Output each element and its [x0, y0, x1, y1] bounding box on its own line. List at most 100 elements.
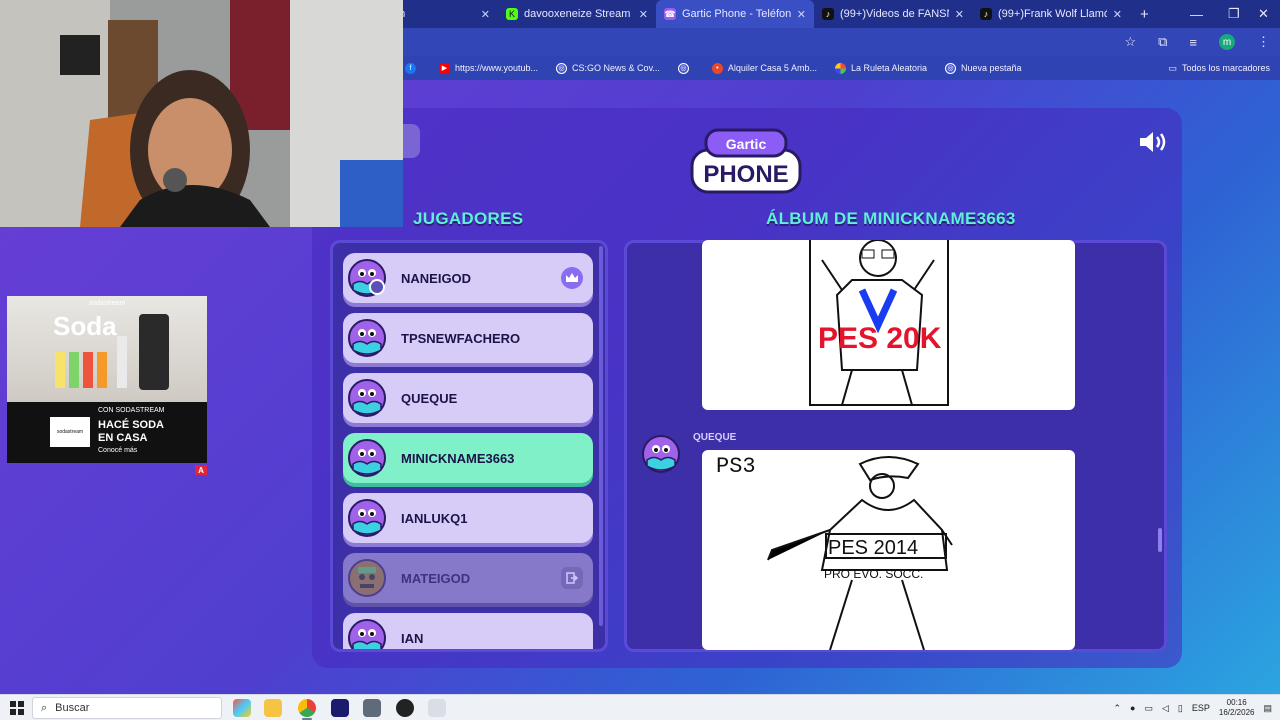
windows-taskbar: ⌕ Buscar ⌃ ● ▭ ◁ ▯ ESP 00:16 16/2/2026 ▤ — [0, 694, 1280, 720]
taskbar-search[interactable]: ⌕ Buscar — [32, 697, 222, 719]
player-card-ianlukq1[interactable]: IANLUKQ1 — [343, 493, 593, 543]
tab-title: (99+)Frank Wolf Llamó a Naneigod — [998, 8, 1107, 20]
logo-top-text: Gartic — [726, 136, 767, 152]
tiki-avatar-icon — [348, 559, 386, 597]
bookmark-item[interactable]: ▶ https://www.youtub... — [439, 62, 539, 74]
ad-logo: sodastream — [50, 417, 90, 447]
bookmark-item[interactable]: ◎ Nueva pestaña — [945, 62, 1022, 74]
kick-icon: K — [506, 8, 518, 20]
browser-tab[interactable]: K davooxeneize Stream - Watch Live ✕ — [498, 0, 656, 28]
bookmark-label: CS:GO News & Cov... — [572, 63, 660, 73]
tab-title: Gartic Phone - Teléfono Descompuesto — [682, 8, 791, 20]
back-button[interactable] — [402, 124, 420, 158]
player-name: MATEIGOD — [401, 570, 471, 586]
windows-start-icon[interactable] — [10, 701, 24, 715]
copilot-icon[interactable] — [233, 699, 251, 717]
bird-avatar-icon — [348, 379, 386, 417]
player-name: IAN — [401, 630, 424, 646]
chrome-icon[interactable] — [298, 699, 316, 717]
speaker-icon[interactable]: ◁ — [1162, 703, 1169, 714]
clock[interactable]: 00:16 16/2/2026 — [1219, 698, 1255, 718]
bookmark-item[interactable]: f — [405, 62, 421, 74]
network-icon[interactable]: ▭ — [1144, 703, 1153, 714]
ad-line2: HACÉ SODA — [98, 419, 165, 431]
calculator-icon[interactable] — [363, 699, 381, 717]
close-tab-icon[interactable]: ✕ — [797, 8, 806, 21]
drawing-card-2: PS3 PES 2014 PRO EVO. SOCC. — [702, 450, 1075, 650]
chevron-up-icon[interactable]: ⌃ — [1114, 703, 1122, 714]
facebook-icon: f — [405, 62, 416, 74]
search-icon: ⌕ — [41, 701, 48, 714]
ad-choices-icon[interactable]: A — [195, 465, 207, 475]
bookmark-item[interactable]: • Alquiler Casa 5 Amb... — [711, 62, 817, 74]
browser-tab-active[interactable]: ☎ Gartic Phone - Teléfono Descompuesto ✕ — [656, 0, 814, 28]
minimize-icon[interactable]: — — [1190, 0, 1203, 28]
globe-icon: ◎ — [556, 62, 568, 74]
pin-icon: • — [711, 62, 723, 74]
browser-tab[interactable]: ♪ (99+)Frank Wolf Llamó a Naneigod ✕ — [972, 0, 1130, 28]
notifications-icon[interactable]: ▤ — [1263, 703, 1272, 714]
star-icon[interactable]: ☆ — [1124, 34, 1136, 50]
player-card-naneigod[interactable]: NANEIGOD — [343, 253, 593, 303]
media-icon[interactable]: ≡ — [1189, 35, 1197, 50]
tiktok-icon: ♪ — [980, 8, 992, 20]
player-name: NANEIGOD — [401, 270, 472, 286]
close-tab-icon[interactable]: ✕ — [481, 8, 490, 21]
restore-icon[interactable]: ❐ — [1228, 0, 1240, 28]
left-game-icon — [561, 567, 583, 589]
bird-avatar-icon — [348, 499, 386, 537]
bookmark-label: La Ruleta Aleatoria — [850, 63, 928, 73]
youtube-icon: ▶ — [439, 62, 450, 74]
close-window-icon[interactable]: ✕ — [1258, 0, 1269, 28]
user-icon — [369, 279, 385, 295]
new-tab-button[interactable]: + — [1140, 6, 1149, 23]
language-indicator[interactable]: ESP — [1192, 703, 1210, 713]
player-card-mateigod[interactable]: MATEIGOD — [343, 553, 593, 603]
menu-icon[interactable]: ⋮ — [1257, 34, 1270, 50]
battery-icon[interactable]: ▯ — [1178, 703, 1183, 714]
globe-icon: ◎ — [677, 62, 689, 74]
logo-bottom-text: PHONE — [703, 161, 788, 188]
profile-avatar[interactable]: m — [1219, 34, 1235, 50]
bookmark-label: https://www.youtub... — [455, 63, 539, 73]
all-bookmarks[interactable]: ▭ Todos los marcadores — [1168, 56, 1270, 80]
paint-icon[interactable] — [428, 699, 446, 717]
player-card-tpsnewfachero[interactable]: TPSNEWFACHERO — [343, 313, 593, 363]
drawing-text: PS3 — [716, 454, 756, 479]
album-author-name: QUEQUE — [693, 432, 737, 443]
close-tab-icon[interactable]: ✕ — [955, 8, 964, 21]
microphone-icon[interactable]: ● — [1130, 703, 1135, 713]
bird-avatar-icon — [348, 619, 386, 649]
album-scrollbar[interactable] — [1158, 528, 1162, 552]
browser-tab[interactable]: ♪ (99+)Videos de FANSNANEIGOD ✕ — [814, 0, 972, 28]
player-card-queque[interactable]: QUEQUE — [343, 373, 593, 423]
bookmark-item[interactable]: ◎ CS:GO News & Cov... — [556, 62, 660, 74]
tiktok-icon: ♪ — [822, 8, 834, 20]
players-list: NANEIGOD TPSNEWFACHERO QUEQUE MINICKNAME… — [330, 240, 608, 652]
crown-icon — [561, 267, 583, 289]
close-tab-icon[interactable]: ✕ — [639, 8, 648, 21]
players-scrollbar[interactable] — [599, 246, 603, 626]
sodastream-ad[interactable]: sodastream Soda sodastream CON SODASTREA… — [7, 296, 207, 463]
clock-time: 00:16 — [1226, 698, 1247, 707]
drawing-text: PRO EVO. SOCC. — [824, 567, 923, 581]
premiere-icon[interactable] — [331, 699, 349, 717]
ad-image: sodastream Soda — [7, 296, 207, 402]
sound-icon[interactable] — [1138, 130, 1168, 154]
player-name: TPSNEWFACHERO — [401, 330, 521, 346]
clock-date: 16/2/2026 — [1218, 708, 1255, 717]
obs-icon[interactable] — [396, 699, 414, 717]
ad-cta[interactable]: Conocé más — [98, 447, 137, 454]
player-card-ian[interactable]: IAN — [343, 613, 593, 649]
system-tray: ⌃ ● ▭ ◁ ▯ ESP 00:16 16/2/2026 ▤ — [1114, 695, 1273, 720]
file-explorer-icon[interactable] — [264, 699, 282, 717]
close-tab-icon[interactable]: ✕ — [1113, 8, 1122, 21]
bookmark-item[interactable]: La Ruleta Aleatoria — [834, 62, 928, 74]
bookmark-item[interactable]: ◎ — [677, 62, 694, 74]
extensions-icon[interactable]: ⧉ — [1158, 34, 1167, 50]
player-card-minickname3663[interactable]: MINICKNAME3663 — [343, 433, 593, 483]
folder-icon: ▭ — [1168, 62, 1177, 73]
webcam-overlay — [0, 0, 403, 227]
bookmark-label: Alquiler Casa 5 Amb... — [727, 63, 817, 73]
drawing-canvas: PS3 PES 2014 PRO EVO. SOCC. — [716, 454, 953, 650]
